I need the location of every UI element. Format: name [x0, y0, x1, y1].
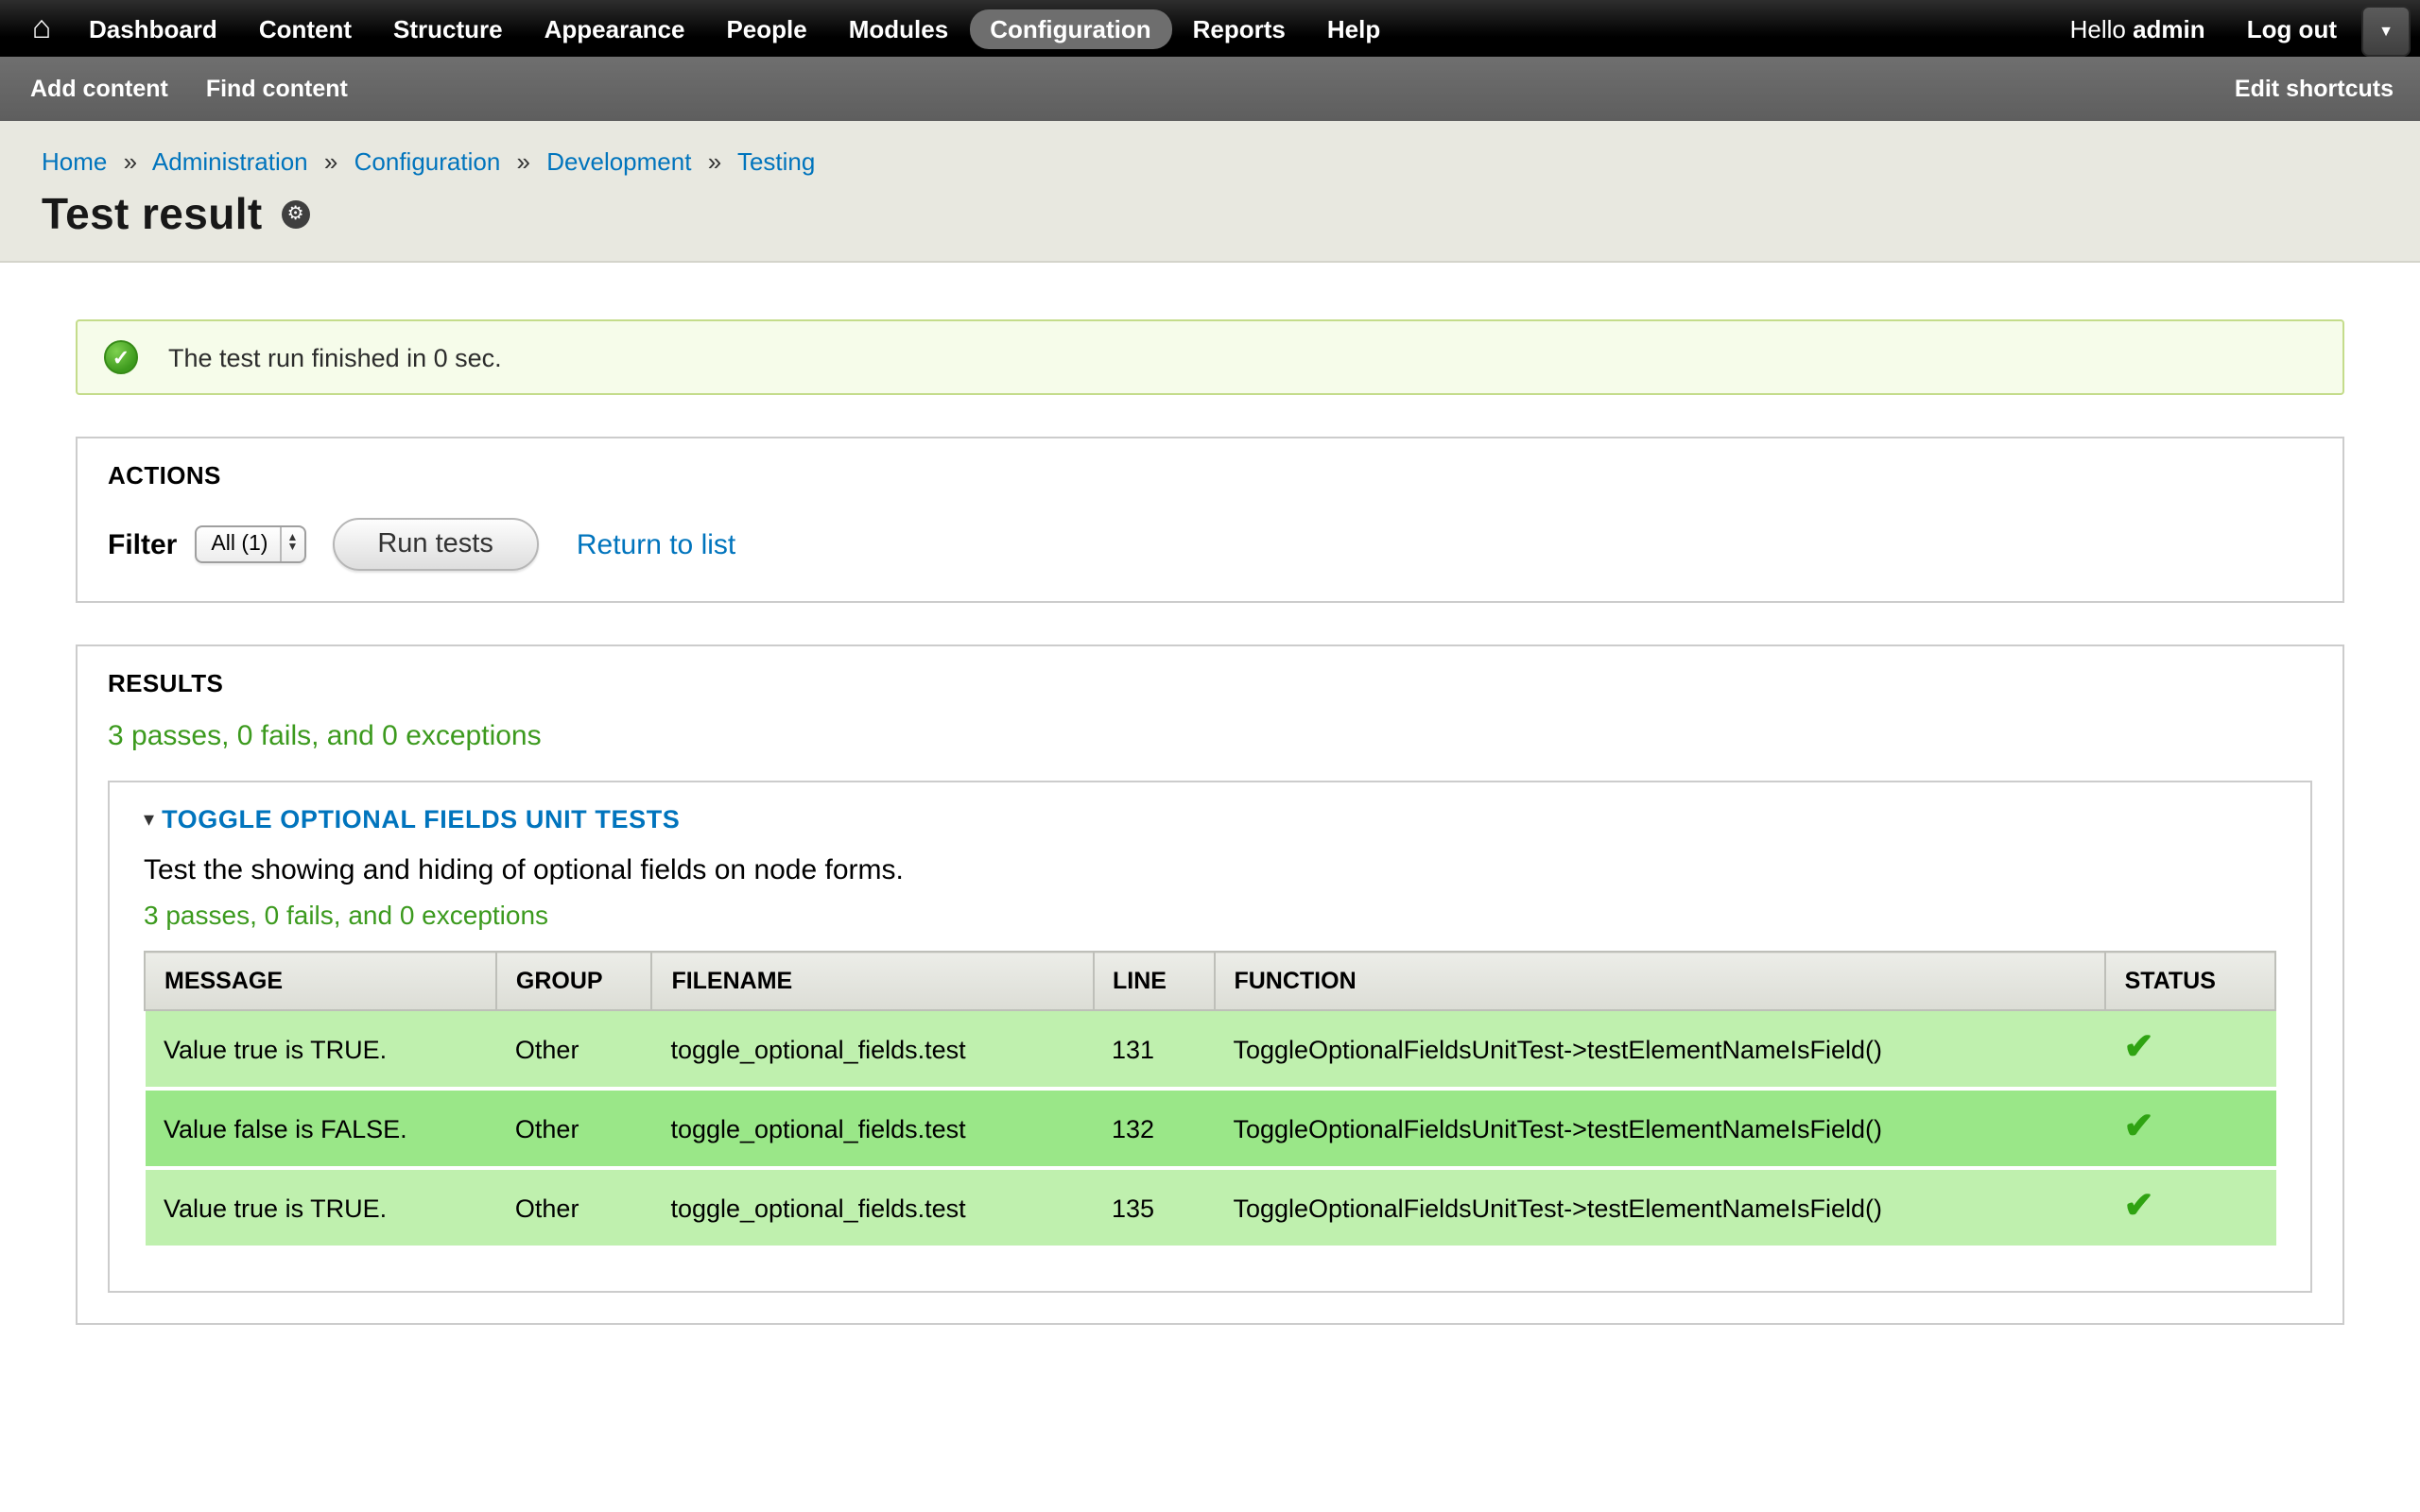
- toolbar-item-help[interactable]: Help: [1306, 9, 1401, 48]
- filter-select-value: All (1): [196, 527, 279, 561]
- toolbar-item-structure[interactable]: Structure: [372, 9, 524, 48]
- cell-line: 135: [1093, 1168, 1214, 1247]
- col-header-group: GROUP: [496, 952, 652, 1010]
- cell-status: ✔: [2105, 1168, 2275, 1247]
- toolbar-item-appearance[interactable]: Appearance: [524, 9, 706, 48]
- toolbar-user-area: Hello admin Log out: [2070, 14, 2337, 43]
- cell-function: ToggleOptionalFieldsUnitTest->testElemen…: [1214, 1168, 2104, 1247]
- results-panel: RESULTS 3 passes, 0 fails, and 0 excepti…: [76, 644, 2344, 1325]
- col-header-line: LINE: [1093, 952, 1214, 1010]
- breadcrumb-link-development[interactable]: Development: [546, 147, 691, 176]
- breadcrumb-link-configuration[interactable]: Configuration: [354, 147, 501, 176]
- shortcut-bar: Add content Find content Edit shortcuts: [0, 57, 2420, 121]
- toolbar-item-content[interactable]: Content: [238, 9, 372, 48]
- run-tests-button[interactable]: Run tests: [332, 518, 539, 571]
- page-header-band: Home » Administration » Configuration » …: [0, 121, 2420, 263]
- test-group-description: Test the showing and hiding of optional …: [144, 854, 2276, 886]
- return-to-list-link[interactable]: Return to list: [577, 528, 735, 560]
- cell-message: Value true is TRUE.: [145, 1010, 496, 1089]
- filter-label: Filter: [108, 528, 177, 560]
- cell-line: 132: [1093, 1089, 1214, 1168]
- actions-panel: ACTIONS Filter All (1) ▲▼ Run tests Retu…: [76, 437, 2344, 603]
- user-greeting: Hello admin: [2070, 14, 2205, 43]
- breadcrumb-link-home[interactable]: Home: [42, 147, 107, 176]
- cell-message: Value true is TRUE.: [145, 1168, 496, 1247]
- col-header-function: FUNCTION: [1214, 952, 2104, 1010]
- gear-icon[interactable]: ⚙: [282, 200, 310, 229]
- cell-group: Other: [496, 1010, 652, 1089]
- cell-status: ✔: [2105, 1010, 2275, 1089]
- test-group-title-row: ▾ TOGGLE OPTIONAL FIELDS UNIT TESTS: [144, 805, 2276, 833]
- status-ok-icon: ✓: [104, 340, 138, 374]
- pass-check-icon: ✔: [2124, 1108, 2154, 1147]
- table-row: Value true is TRUE. Other toggle_optiona…: [145, 1168, 2275, 1247]
- status-message-text: The test run finished in 0 sec.: [168, 343, 502, 371]
- toolbar-item-modules[interactable]: Modules: [828, 9, 969, 48]
- filter-select[interactable]: All (1) ▲▼: [194, 525, 305, 563]
- shortcut-find-content[interactable]: Find content: [187, 76, 367, 102]
- breadcrumb-link-administration[interactable]: Administration: [152, 147, 308, 176]
- shortcut-add-content[interactable]: Add content: [26, 76, 187, 102]
- cell-line: 131: [1093, 1010, 1214, 1089]
- col-header-status: STATUS: [2105, 952, 2275, 1010]
- toolbar-item-dashboard[interactable]: Dashboard: [68, 9, 238, 48]
- toolbar-menu: Dashboard Content Structure Appearance P…: [68, 9, 1401, 48]
- pass-check-icon: ✔: [2124, 1187, 2154, 1227]
- logout-link[interactable]: Log out: [2247, 14, 2337, 43]
- table-row: Value true is TRUE. Other toggle_optiona…: [145, 1010, 2275, 1089]
- cell-status: ✔: [2105, 1089, 2275, 1168]
- toolbar-drawer-toggle-button[interactable]: ▼: [2361, 6, 2411, 57]
- collapse-triangle-icon: ▾: [144, 807, 154, 832]
- breadcrumb-separator: »: [124, 147, 137, 176]
- edit-shortcuts-link[interactable]: Edit shortcuts: [2216, 76, 2394, 102]
- breadcrumb-link-testing[interactable]: Testing: [737, 147, 815, 176]
- test-results-table: MESSAGE GROUP FILENAME LINE FUNCTION STA…: [144, 951, 2276, 1249]
- select-arrows-icon: ▲▼: [279, 527, 303, 561]
- toolbar-item-configuration[interactable]: Configuration: [969, 9, 1171, 48]
- main-content: ✓ The test run finished in 0 sec. ACTION…: [0, 263, 2420, 1325]
- chevron-down-icon: ▼: [2378, 24, 2394, 39]
- page-title: Test result: [42, 189, 263, 240]
- drupal-admin-page: ⌂ Dashboard Content Structure Appearance…: [0, 0, 2420, 1512]
- toolbar-item-people[interactable]: People: [705, 9, 827, 48]
- col-header-message: MESSAGE: [145, 952, 496, 1010]
- breadcrumb: Home » Administration » Configuration » …: [42, 147, 2382, 176]
- results-legend: RESULTS: [108, 669, 2312, 697]
- breadcrumb-separator: »: [517, 147, 530, 176]
- admin-toolbar: ⌂ Dashboard Content Structure Appearance…: [0, 0, 2420, 57]
- test-group-fieldset: ▾ TOGGLE OPTIONAL FIELDS UNIT TESTS Test…: [108, 781, 2312, 1293]
- home-icon[interactable]: ⌂: [15, 0, 68, 57]
- breadcrumb-separator: »: [708, 147, 721, 176]
- cell-group: Other: [496, 1168, 652, 1247]
- pass-check-icon: ✔: [2124, 1028, 2154, 1068]
- cell-filename: toggle_optional_fields.test: [651, 1010, 1093, 1089]
- table-header-row: MESSAGE GROUP FILENAME LINE FUNCTION STA…: [145, 952, 2275, 1010]
- actions-legend: ACTIONS: [108, 461, 2312, 490]
- toolbar-item-reports[interactable]: Reports: [1172, 9, 1306, 48]
- cell-group: Other: [496, 1089, 652, 1168]
- cell-message: Value false is FALSE.: [145, 1089, 496, 1168]
- cell-filename: toggle_optional_fields.test: [651, 1089, 1093, 1168]
- breadcrumb-separator: »: [324, 147, 337, 176]
- cell-filename: toggle_optional_fields.test: [651, 1168, 1093, 1247]
- table-row: Value false is FALSE. Other toggle_optio…: [145, 1089, 2275, 1168]
- username: admin: [2133, 14, 2205, 43]
- test-group-summary: 3 passes, 0 fails, and 0 exceptions: [144, 900, 2276, 930]
- col-header-filename: FILENAME: [651, 952, 1093, 1010]
- test-group-title-link[interactable]: TOGGLE OPTIONAL FIELDS UNIT TESTS: [162, 805, 680, 833]
- cell-function: ToggleOptionalFieldsUnitTest->testElemen…: [1214, 1089, 2104, 1168]
- cell-function: ToggleOptionalFieldsUnitTest->testElemen…: [1214, 1010, 2104, 1089]
- results-summary: 3 passes, 0 fails, and 0 exceptions: [108, 720, 2312, 752]
- status-message: ✓ The test run finished in 0 sec.: [76, 319, 2344, 395]
